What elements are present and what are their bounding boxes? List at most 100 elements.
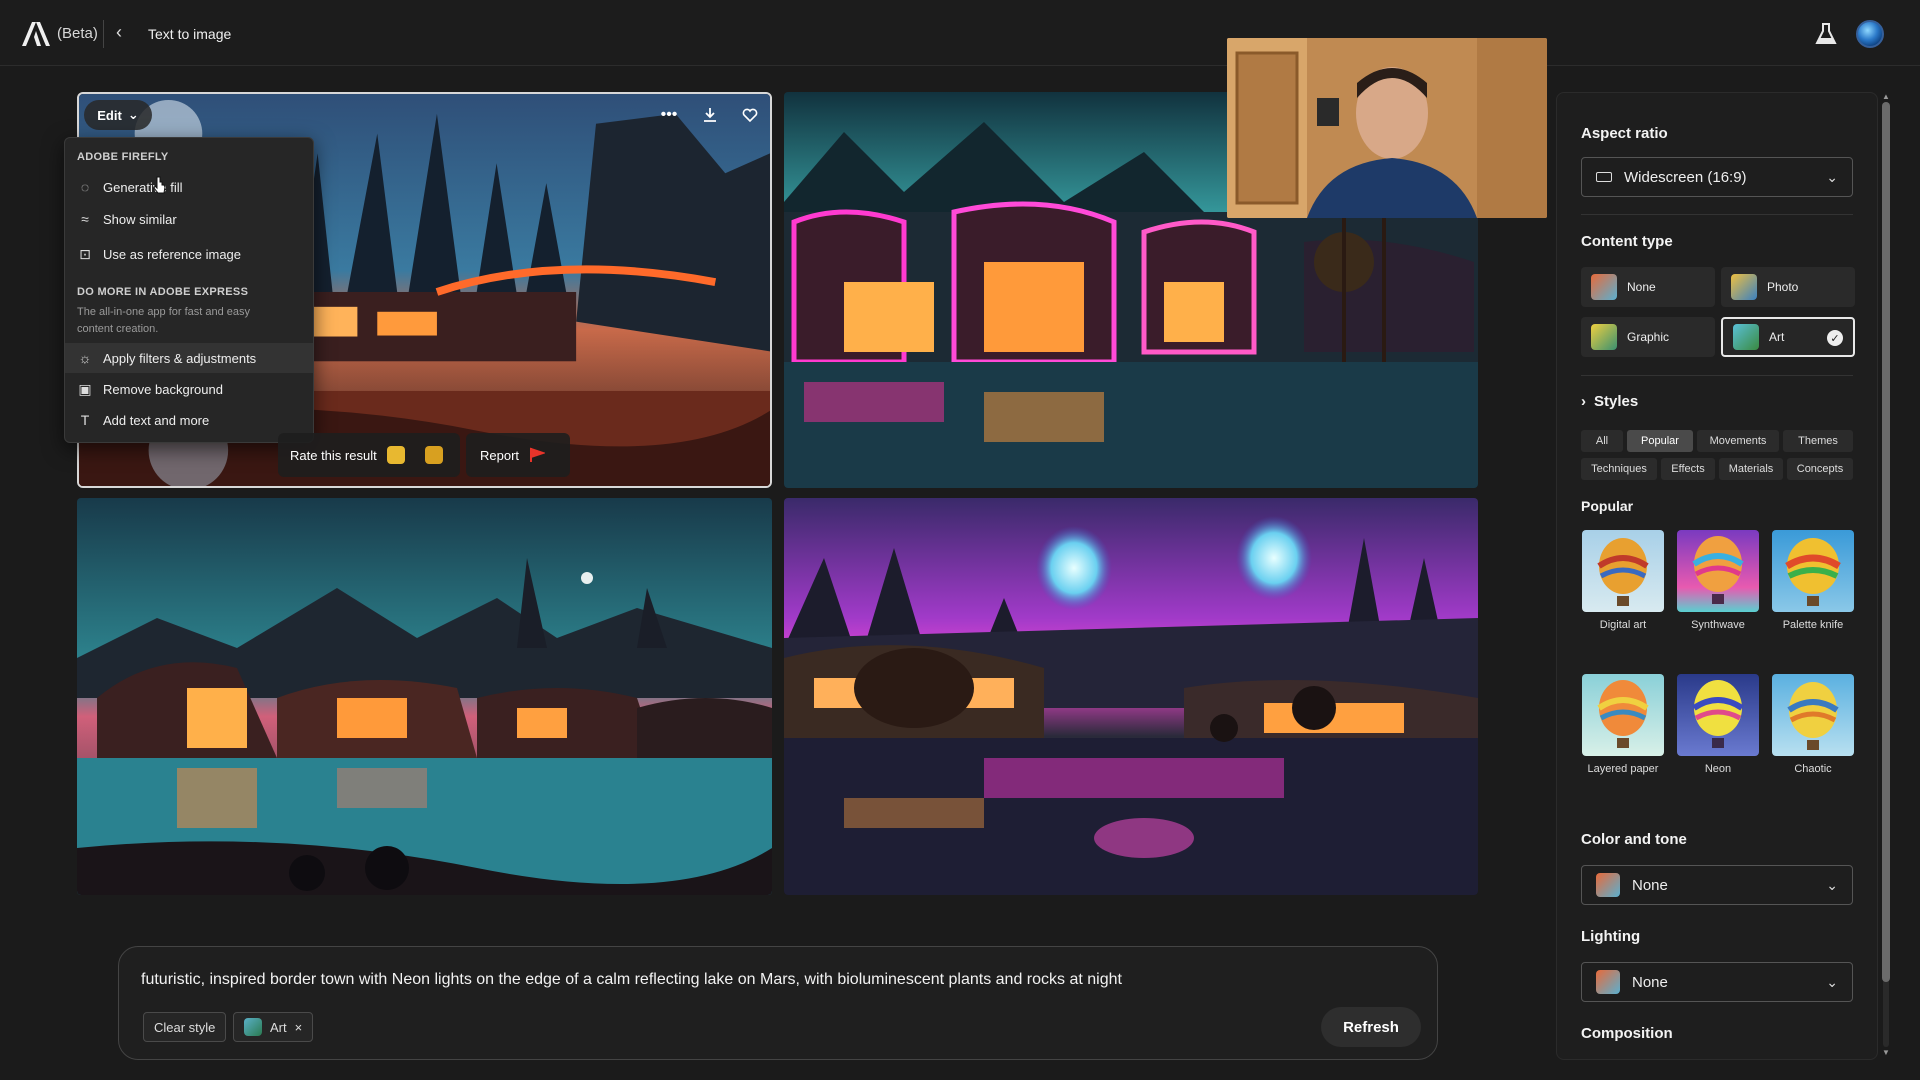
rate-label: Rate this result bbox=[290, 447, 377, 463]
close-icon[interactable]: × bbox=[295, 1020, 303, 1035]
chip-label: Art bbox=[270, 1019, 287, 1035]
mouse-cursor-icon bbox=[153, 176, 166, 194]
color-tone-select[interactable]: None ⌄ bbox=[1581, 865, 1853, 905]
generated-image-4[interactable] bbox=[784, 498, 1478, 895]
style-palette-knife[interactable] bbox=[1772, 530, 1854, 612]
popular-section-title: Popular bbox=[1581, 498, 1634, 514]
settings-panel: Aspect ratio Widescreen (16:9) ⌄ Content… bbox=[1556, 92, 1878, 1060]
style-label: Synthwave bbox=[1691, 619, 1745, 631]
content-type-label: Photo bbox=[1767, 280, 1799, 294]
content-type-art[interactable]: Art ✓ bbox=[1721, 317, 1855, 357]
chevron-down-icon: ⌄ bbox=[1826, 877, 1838, 893]
sun-icon: ☼ bbox=[78, 350, 92, 366]
thumbs-down-icon[interactable] bbox=[424, 446, 443, 464]
similar-icon: ≈ bbox=[81, 211, 89, 227]
edit-label: Edit bbox=[97, 107, 122, 123]
content-type-label: Art bbox=[1769, 330, 1785, 344]
content-type-thumb bbox=[1591, 274, 1617, 300]
widescreen-icon bbox=[1596, 172, 1612, 182]
more-icon[interactable]: ••• bbox=[655, 102, 683, 128]
menu-item-reference-image[interactable]: ⊡ Use as reference image bbox=[65, 239, 313, 269]
menu-item-remove-background[interactable]: ▣ Remove background bbox=[65, 374, 313, 404]
menu-item-label: Generative fill bbox=[103, 179, 183, 195]
download-icon[interactable] bbox=[696, 102, 724, 128]
heart-icon[interactable] bbox=[736, 102, 764, 128]
style-chip-art[interactable]: Art × bbox=[233, 1012, 314, 1042]
scroll-down-icon[interactable]: ▼ bbox=[1881, 1048, 1891, 1057]
webcam-overlay bbox=[1227, 38, 1547, 218]
balloon-icon bbox=[1692, 536, 1744, 604]
style-neon[interactable] bbox=[1677, 674, 1759, 756]
prompt-box: futuristic, inspired border town with Ne… bbox=[118, 946, 1438, 1060]
report-label: Report bbox=[480, 447, 520, 463]
thumbs-up-icon[interactable] bbox=[386, 446, 405, 464]
style-synthwave[interactable] bbox=[1677, 530, 1759, 612]
breadcrumb: Text to image bbox=[148, 26, 232, 42]
content-type-label: None bbox=[1627, 280, 1656, 294]
chevron-left-icon[interactable]: ‹ bbox=[116, 22, 122, 43]
chevron-down-icon: ⌄ bbox=[127, 107, 139, 122]
composition-title: Composition bbox=[1581, 1025, 1673, 1042]
chevron-right-icon: › bbox=[1581, 393, 1586, 410]
reference-image-icon: ⊡ bbox=[79, 245, 91, 262]
prompt-input[interactable]: futuristic, inspired border town with Ne… bbox=[141, 971, 1122, 989]
balloon-icon bbox=[1597, 680, 1649, 748]
tab-themes[interactable]: Themes bbox=[1783, 430, 1853, 452]
content-type-thumb bbox=[1731, 274, 1757, 300]
style-label: Chaotic bbox=[1794, 763, 1832, 775]
balloon-icon bbox=[1787, 682, 1839, 750]
style-label: Palette knife bbox=[1782, 619, 1844, 631]
style-digital-art[interactable] bbox=[1582, 530, 1664, 612]
clear-style-button[interactable]: Clear style bbox=[143, 1012, 227, 1042]
generative-fill-icon: ◌ bbox=[80, 179, 90, 195]
tab-concepts[interactable]: Concepts bbox=[1787, 458, 1853, 480]
menu-item-label: Use as reference image bbox=[103, 246, 242, 262]
content-type-photo[interactable]: Photo bbox=[1721, 267, 1855, 307]
menu-item-apply-filters[interactable]: ☼ Apply filters & adjustments bbox=[65, 343, 313, 373]
lighting-select[interactable]: None ⌄ bbox=[1581, 962, 1853, 1002]
content-type-none[interactable]: None bbox=[1581, 267, 1715, 307]
tab-all[interactable]: All bbox=[1581, 430, 1623, 452]
content-type-title: Content type bbox=[1581, 233, 1673, 250]
avatar[interactable] bbox=[1856, 20, 1884, 48]
menu-section-express: DO MORE IN ADOBE EXPRESS bbox=[77, 286, 249, 298]
image-3-art bbox=[77, 498, 772, 895]
tab-techniques[interactable]: Techniques bbox=[1581, 458, 1657, 480]
rate-result-bar: Rate this result bbox=[278, 433, 460, 477]
divider bbox=[1581, 214, 1853, 215]
tab-materials[interactable]: Materials bbox=[1719, 458, 1783, 480]
balloon-icon bbox=[1692, 680, 1744, 748]
color-tone-value: None bbox=[1632, 876, 1668, 894]
lighting-value: None bbox=[1632, 973, 1668, 991]
chevron-down-icon: ⌄ bbox=[1826, 974, 1838, 990]
color-tone-thumb bbox=[1596, 873, 1620, 897]
style-layered-paper[interactable] bbox=[1582, 674, 1664, 756]
content-type-label: Graphic bbox=[1627, 330, 1670, 344]
content-type-thumb bbox=[1733, 324, 1759, 350]
menu-section-description: The all-in-one app for fast and easy con… bbox=[77, 306, 251, 335]
check-icon: ✓ bbox=[1827, 330, 1843, 346]
generated-image-3[interactable] bbox=[77, 498, 772, 895]
menu-item-show-similar[interactable]: ≈ Show similar bbox=[65, 204, 313, 234]
remove-background-icon: ▣ bbox=[78, 380, 92, 397]
styles-title[interactable]: › Styles bbox=[1581, 393, 1638, 410]
menu-item-generative-fill[interactable]: ◌ Generative fill bbox=[65, 172, 313, 202]
refresh-button[interactable]: Refresh bbox=[1321, 1007, 1421, 1047]
aspect-ratio-select[interactable]: Widescreen (16:9) ⌄ bbox=[1581, 157, 1853, 197]
scroll-up-icon[interactable]: ▲ bbox=[1881, 92, 1891, 101]
clear-style-label: Clear style bbox=[154, 1019, 216, 1035]
style-label: Layered paper bbox=[1587, 763, 1659, 775]
panel-scrollbar[interactable]: ▲ ▼ bbox=[1881, 92, 1891, 1060]
report-button[interactable]: Report bbox=[466, 433, 570, 477]
style-chaotic[interactable] bbox=[1772, 674, 1854, 756]
tab-popular[interactable]: Popular bbox=[1627, 430, 1693, 452]
labs-flask-icon[interactable] bbox=[1815, 22, 1837, 46]
tab-movements[interactable]: Movements bbox=[1697, 430, 1779, 452]
content-type-graphic[interactable]: Graphic bbox=[1581, 317, 1715, 357]
art-thumb-icon bbox=[244, 1018, 262, 1036]
edit-button[interactable]: Edit ⌄ bbox=[84, 100, 152, 130]
tab-effects[interactable]: Effects bbox=[1661, 458, 1715, 480]
menu-item-add-text[interactable]: T Add text and more bbox=[65, 405, 313, 435]
adobe-logo-icon[interactable] bbox=[22, 22, 50, 46]
scrollbar-thumb[interactable] bbox=[1882, 102, 1890, 982]
